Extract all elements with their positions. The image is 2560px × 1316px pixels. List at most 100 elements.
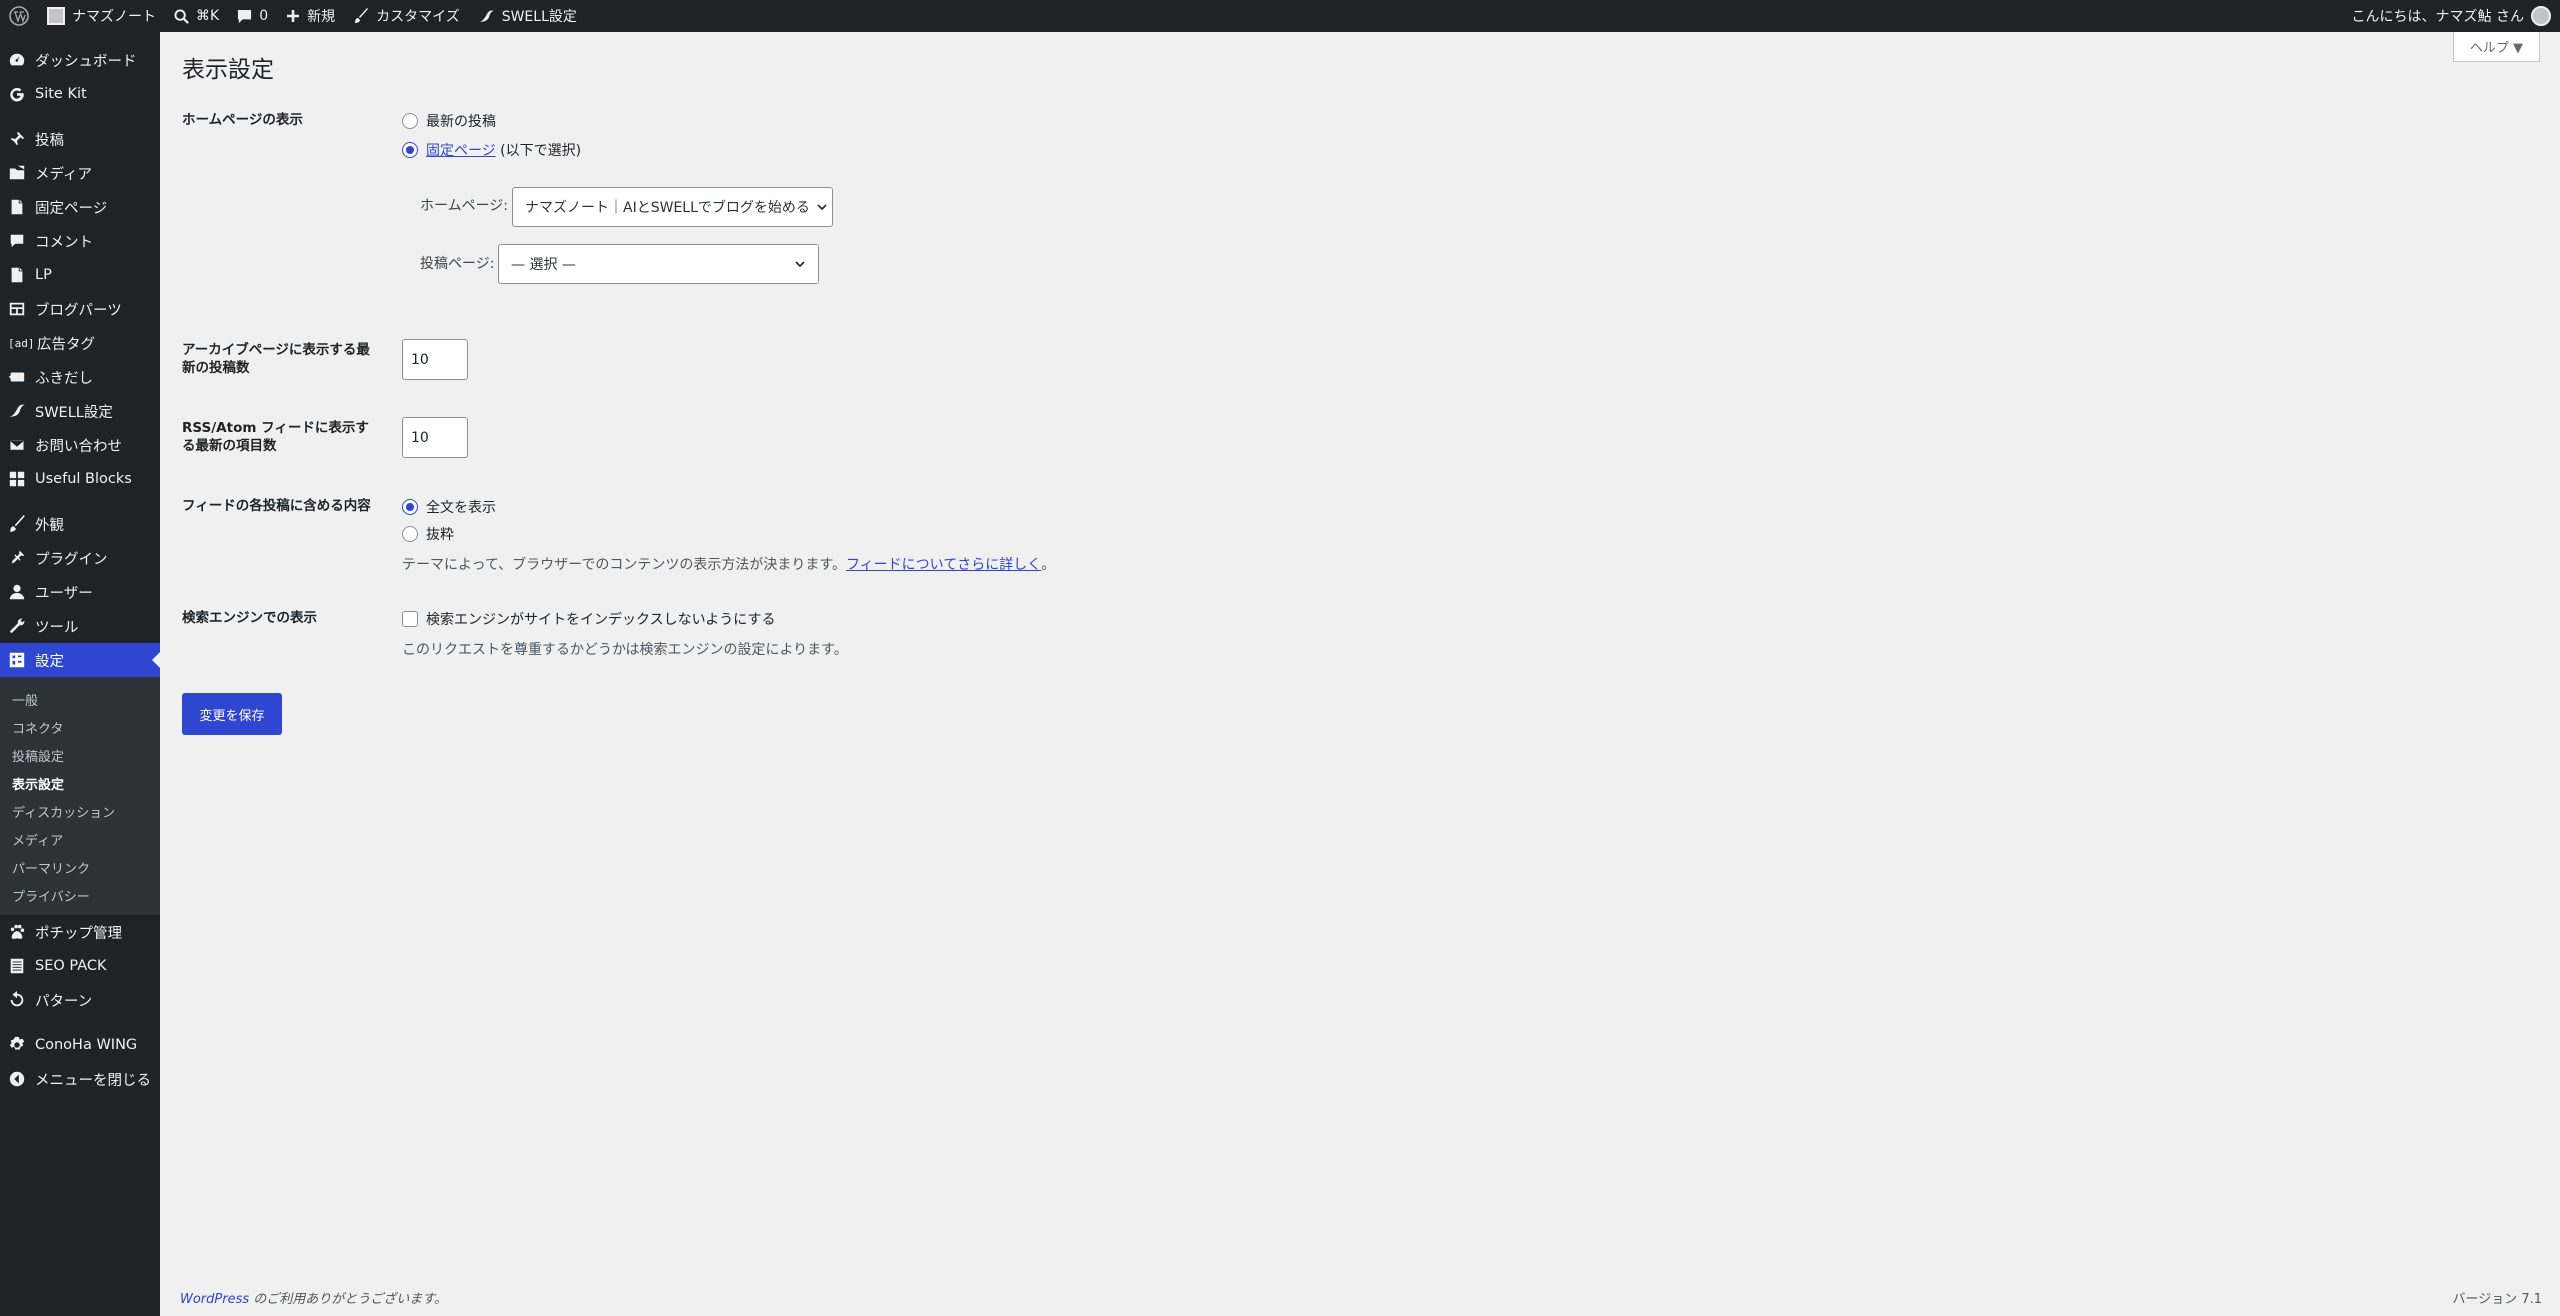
site-name-menu[interactable]: ナマズノート <box>38 0 165 32</box>
archive-posts-input[interactable]: 10 <box>402 339 468 380</box>
sidebar-item-label: ブログパーツ <box>35 302 122 319</box>
brush-icon <box>10 515 25 532</box>
collapse-icon <box>9 1071 25 1087</box>
submenu-privacy[interactable]: プライバシー <box>0 881 160 909</box>
customize-label: カスタマイズ <box>376 9 460 25</box>
sidebar-item-label: 固定ページ <box>35 200 108 217</box>
radio-excerpt[interactable] <box>402 526 418 542</box>
radio-excerpt-row[interactable]: 抜粋 <box>402 524 454 544</box>
footer-thanks: WordPress のご利用ありがとうございます。 <box>180 1288 447 1307</box>
sidebar-item-label: 投稿 <box>35 132 64 149</box>
plus-icon <box>287 10 300 22</box>
sidebar-item-site-kit[interactable]: Site Kit <box>0 77 160 111</box>
sidebar-item-tools[interactable]: ツール <box>0 609 160 643</box>
comments-count: 0 <box>259 8 269 24</box>
site-name: ナマズノート <box>72 9 156 25</box>
submenu-general[interactable]: 一般 <box>0 685 160 713</box>
submenu-discussion[interactable]: ディスカッション <box>0 797 160 825</box>
page-icon <box>11 267 23 283</box>
settings-icon <box>9 652 25 668</box>
comment-icon <box>238 9 252 23</box>
posts-page-select-value: — 選択 — <box>511 257 576 273</box>
dashboard-icon <box>9 53 25 66</box>
sidebar-item-posts[interactable]: 投稿 <box>0 122 160 156</box>
sidebar-item-seo-pack[interactable]: SEO PACK <box>0 949 160 983</box>
feed-learn-more-link[interactable]: フィードについてさらに詳しく <box>846 557 1041 573</box>
command-palette-button[interactable]: ⌘K <box>165 0 228 32</box>
submenu-writing[interactable]: 投稿設定 <box>0 741 160 769</box>
homepage-select-label: ホームページ: <box>420 198 509 214</box>
sidebar-item-label: お問い合わせ <box>35 438 122 455</box>
sidebar-item-dashboard[interactable]: ダッシュボード <box>0 43 160 77</box>
save-changes-button[interactable]: 変更を保存 <box>182 693 282 735</box>
help-tab-button[interactable]: ヘルプ ▼ <box>2452 32 2540 62</box>
customize-menu[interactable]: カスタマイズ <box>344 0 469 32</box>
account-menu[interactable]: こんにちは、ナマズ鮎 さん <box>2343 0 2560 32</box>
search-icon <box>174 8 189 24</box>
paw-icon <box>10 924 25 939</box>
sidebar-item-blog-parts[interactable]: ブログパーツ <box>0 292 160 326</box>
swell-label: SWELL設定 <box>501 9 577 25</box>
sidebar-item-label: Site Kit <box>35 86 87 102</box>
radio-latest-posts[interactable] <box>402 113 418 129</box>
wordpress-link[interactable]: WordPress <box>180 1292 249 1307</box>
page-title: 表示設定 <box>182 57 274 83</box>
sidebar-item-contact[interactable]: お問い合わせ <box>0 428 160 462</box>
sidebar-item-useful-blocks[interactable]: Useful Blocks <box>0 462 160 496</box>
sidebar-item-appearance[interactable]: 外観 <box>0 507 160 541</box>
wp-logo-menu[interactable] <box>0 0 38 32</box>
radio-full-text[interactable] <box>402 499 418 515</box>
static-page-link[interactable]: 固定ページ <box>426 143 496 159</box>
brush-icon <box>355 8 369 23</box>
sidebar-item-settings[interactable]: 設定 <box>0 643 160 677</box>
sidebar-item-lp[interactable]: LP <box>0 258 160 292</box>
sidebar-item-users[interactable]: ユーザー <box>0 575 160 609</box>
rss-items-label: RSS/Atom フィードに表示する最新の項目数 <box>182 420 369 454</box>
sidebar-item-comments[interactable]: コメント <box>0 224 160 258</box>
collapse-menu-button[interactable]: メニューを閉じる <box>0 1062 160 1096</box>
sidebar-item-label: SEO PACK <box>35 958 107 974</box>
sidebar-item-media[interactable]: メディア <box>0 156 160 190</box>
radio-static-page[interactable] <box>402 142 418 158</box>
user-icon <box>9 584 25 600</box>
noindex-checkbox-row[interactable]: 検索エンジンがサイトをインデックスしないようにする <box>402 609 775 629</box>
sidebar-item-swell-settings[interactable]: SWELL設定 <box>0 394 160 428</box>
new-label: 新規 <box>307 9 336 25</box>
swell-icon <box>9 404 25 417</box>
sidebar-item-label: ふきだし <box>35 370 93 387</box>
sidebar-item-conoha-wing[interactable]: ConoHa WING <box>0 1028 160 1062</box>
sidebar-item-pochipp[interactable]: ポチップ管理 <box>0 915 160 949</box>
noindex-checkbox[interactable] <box>402 611 418 627</box>
submenu-reading[interactable]: 表示設定 <box>0 769 160 797</box>
radio-static-page-row[interactable]: 固定ページ (以下で選択) <box>402 140 581 160</box>
swell-settings-menu[interactable]: SWELL設定 <box>469 0 586 32</box>
site-favicon-icon <box>47 7 65 25</box>
page-icon <box>11 199 23 215</box>
rss-items-input[interactable]: 10 <box>402 417 468 458</box>
submenu-connectors[interactable]: コネクタ <box>0 713 160 741</box>
radio-latest-posts-label: 最新の投稿 <box>426 114 496 130</box>
google-g-icon <box>10 87 24 102</box>
sidebar-item-pages[interactable]: 固定ページ <box>0 190 160 224</box>
sidebar-item-label: パターン <box>35 993 93 1010</box>
sidebar-item-label: プラグイン <box>35 551 108 568</box>
sidebar-item-plugins[interactable]: プラグイン <box>0 541 160 575</box>
radio-excerpt-label: 抜粋 <box>426 527 454 543</box>
homepage-select[interactable]: ナマズノート｜AIとSWELLでブログを始める <box>512 187 833 227</box>
main-content: ヘルプ ▼ 表示設定 ホームページの表示 最新の投稿 固定ページ (以下で選択)… <box>160 32 2560 1316</box>
radio-full-text-row[interactable]: 全文を表示 <box>402 497 496 517</box>
sidebar-item-ad-tag[interactable]: [ad] 広告タグ <box>0 326 160 360</box>
submenu-permalinks[interactable]: パーマリンク <box>0 853 160 881</box>
posts-page-select[interactable]: — 選択 — <box>498 244 819 284</box>
radio-latest-posts-row[interactable]: 最新の投稿 <box>402 111 496 131</box>
homepage-select-value: ナマズノート｜AIとSWELLでブログを始める <box>525 200 810 216</box>
submenu-media[interactable]: メディア <box>0 825 160 853</box>
sidebar-item-label: ユーザー <box>35 585 93 602</box>
list-icon <box>10 958 24 974</box>
sidebar-item-patterns[interactable]: パターン <box>0 983 160 1017</box>
admin-bar: ナマズノート ⌘K 0 新規 カスタマイズ SWELL設定 こんにちは、ナマズ鮎… <box>0 0 2560 32</box>
comments-menu[interactable]: 0 <box>228 0 277 32</box>
sidebar-item-fukidashi[interactable]: ふきだし <box>0 360 160 394</box>
swell-icon <box>478 9 494 22</box>
new-content-menu[interactable]: 新規 <box>277 0 344 32</box>
